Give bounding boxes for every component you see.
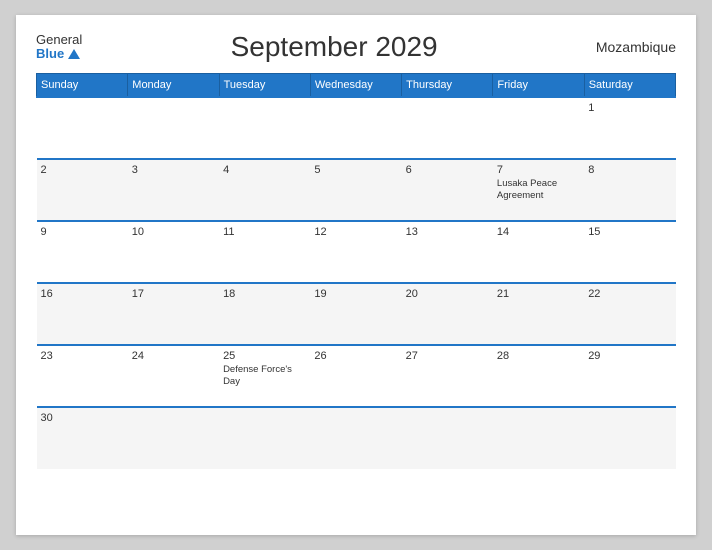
calendar-day-cell: 26 (310, 345, 401, 407)
calendar-day-cell: 10 (128, 221, 219, 283)
day-number: 21 (497, 288, 580, 300)
day-number: 30 (41, 412, 124, 424)
logo: General Blue (36, 33, 82, 62)
calendar-day-cell (219, 407, 310, 469)
calendar-day-cell: 12 (310, 221, 401, 283)
calendar-day-cell: 29 (584, 345, 675, 407)
day-number: 13 (406, 226, 489, 238)
event-text: Defense Force's Day (223, 364, 306, 389)
calendar-day-cell: 3 (128, 159, 219, 221)
calendar-day-cell: 21 (493, 283, 584, 345)
calendar-day-cell (310, 407, 401, 469)
day-number: 2 (41, 164, 124, 176)
calendar-day-cell (310, 97, 401, 159)
day-number: 7 (497, 164, 580, 176)
day-number: 1 (588, 102, 671, 114)
day-number: 27 (406, 350, 489, 362)
weekday-header-sunday: Sunday (37, 74, 128, 98)
calendar-week-row: 234567 Lusaka Peace Agreement 8 (37, 159, 676, 221)
calendar-day-cell: 9 (37, 221, 128, 283)
weekday-header-monday: Monday (128, 74, 219, 98)
weekday-header-tuesday: Tuesday (219, 74, 310, 98)
calendar-day-cell (493, 407, 584, 469)
calendar-day-cell: 1 (584, 97, 675, 159)
calendar-table: SundayMondayTuesdayWednesdayThursdayFrid… (36, 73, 676, 469)
day-number: 29 (588, 350, 671, 362)
weekday-header-thursday: Thursday (402, 74, 493, 98)
day-number: 3 (132, 164, 215, 176)
calendar-week-row: 9 10 11 12 13 14 15 (37, 221, 676, 283)
calendar-day-cell: 2 (37, 159, 128, 221)
calendar-day-cell: 30 (37, 407, 128, 469)
calendar-day-cell (219, 97, 310, 159)
calendar-day-cell: 5 (310, 159, 401, 221)
weekday-header-friday: Friday (493, 74, 584, 98)
day-number: 18 (223, 288, 306, 300)
calendar-day-cell: 7 Lusaka Peace Agreement (493, 159, 584, 221)
day-number: 20 (406, 288, 489, 300)
day-number: 19 (314, 288, 397, 300)
calendar-day-cell: 20 (402, 283, 493, 345)
calendar-day-cell (128, 407, 219, 469)
day-number: 4 (223, 164, 306, 176)
day-number: 24 (132, 350, 215, 362)
calendar-week-row: 30 (37, 407, 676, 469)
calendar-day-cell: 8 (584, 159, 675, 221)
calendar-day-cell: 17 (128, 283, 219, 345)
day-number: 6 (406, 164, 489, 176)
calendar-day-cell (402, 407, 493, 469)
calendar-day-cell: 18 (219, 283, 310, 345)
calendar-day-cell: 23 (37, 345, 128, 407)
calendar-week-row: 16 17 18 19 20 21 22 (37, 283, 676, 345)
calendar-day-cell: 4 (219, 159, 310, 221)
weekday-header-saturday: Saturday (584, 74, 675, 98)
logo-general-text: General (36, 33, 82, 47)
calendar-header: General Blue September 2029 Mozambique (36, 31, 676, 63)
calendar-day-cell: 6 (402, 159, 493, 221)
day-number: 10 (132, 226, 215, 238)
day-number: 22 (588, 288, 671, 300)
calendar-day-cell: 16 (37, 283, 128, 345)
day-number: 25 (223, 350, 306, 362)
calendar-day-cell: 19 (310, 283, 401, 345)
weekday-header-row: SundayMondayTuesdayWednesdayThursdayFrid… (37, 74, 676, 98)
day-number: 15 (588, 226, 671, 238)
calendar-day-cell (493, 97, 584, 159)
calendar-day-cell (584, 407, 675, 469)
day-number: 14 (497, 226, 580, 238)
calendar-day-cell: 11 (219, 221, 310, 283)
event-text: Lusaka Peace Agreement (497, 178, 580, 203)
day-number: 23 (41, 350, 124, 362)
calendar-day-cell (402, 97, 493, 159)
calendar-day-cell: 13 (402, 221, 493, 283)
day-number: 16 (41, 288, 124, 300)
day-number: 28 (497, 350, 580, 362)
calendar-day-cell: 27 (402, 345, 493, 407)
calendar-week-row: 23 24 25 Defense Force's Day 26 27 28 29 (37, 345, 676, 407)
calendar-week-row: 1 (37, 97, 676, 159)
day-number: 11 (223, 226, 306, 238)
country-name: Mozambique (586, 39, 676, 55)
day-number: 17 (132, 288, 215, 300)
calendar-title: September 2029 (82, 31, 586, 63)
calendar-day-cell (128, 97, 219, 159)
calendar-day-cell: 14 (493, 221, 584, 283)
day-number: 5 (314, 164, 397, 176)
day-number: 9 (41, 226, 124, 238)
calendar-day-cell: 28 (493, 345, 584, 407)
calendar-day-cell (37, 97, 128, 159)
logo-triangle-icon (68, 49, 80, 59)
calendar-day-cell: 25 Defense Force's Day (219, 345, 310, 407)
day-number: 8 (588, 164, 671, 176)
day-number: 12 (314, 226, 397, 238)
day-number: 26 (314, 350, 397, 362)
calendar-container: General Blue September 2029 Mozambique S… (16, 15, 696, 535)
calendar-day-cell: 15 (584, 221, 675, 283)
weekday-header-wednesday: Wednesday (310, 74, 401, 98)
logo-blue-text: Blue (36, 47, 80, 61)
calendar-day-cell: 24 (128, 345, 219, 407)
calendar-day-cell: 22 (584, 283, 675, 345)
